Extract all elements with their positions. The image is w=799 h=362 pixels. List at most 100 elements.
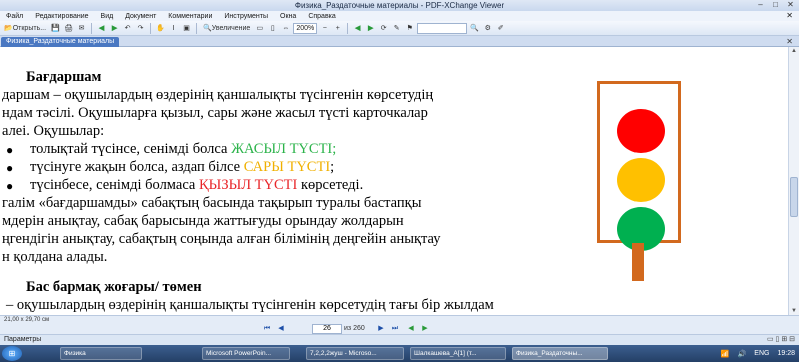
prev-view-icon[interactable]: ◀ xyxy=(352,23,363,34)
open-button[interactable]: 📂Открыть... xyxy=(2,23,48,34)
tab-close-icon[interactable]: ✕ xyxy=(786,36,793,47)
language-indicator[interactable]: ENG xyxy=(754,350,769,357)
bullet-text: түсінуге жақын болса, аздап білсе xyxy=(30,159,244,175)
print-icon[interactable]: 🖨 xyxy=(63,23,74,34)
taskbar-item-pdf[interactable]: Физика_Раздаточны... xyxy=(512,347,608,360)
open-label: Открыть... xyxy=(12,24,47,32)
vertical-scrollbar[interactable]: ▲ ▼ xyxy=(788,47,799,315)
zoom-plus-icon[interactable]: + xyxy=(332,23,343,34)
snapshot-icon[interactable]: ▣ xyxy=(181,23,192,34)
first-page-icon[interactable]: ⏮ xyxy=(262,324,272,334)
taskbar-item-powerpoint[interactable]: Microsoft PowerPoin... xyxy=(202,347,290,360)
stamp-icon[interactable]: ⚑ xyxy=(404,23,415,34)
next-view-nav-icon[interactable]: ▶ xyxy=(420,324,430,334)
zoom-combo[interactable]: 200% xyxy=(293,22,318,34)
search-icon[interactable]: 🔍 xyxy=(469,23,480,34)
markup-icon[interactable]: ✐ xyxy=(495,23,506,34)
bullet-dot-icon: ● xyxy=(6,179,14,193)
fit-page-icon[interactable]: ▯ xyxy=(267,23,278,34)
prev-page-icon[interactable]: ◀ xyxy=(276,324,286,334)
scroll-down-icon[interactable]: ▼ xyxy=(789,307,799,315)
bullet-text: толықтай түсінсе, сенімді болса xyxy=(30,141,232,157)
page-count-label: из 260 xyxy=(344,325,365,332)
taskbar-item-physics[interactable]: Физика xyxy=(60,347,142,360)
bullet-item-yellow: түсінуге жақын болса, аздап білсе САРЫ Т… xyxy=(30,159,334,175)
window-controls: – □ ✕ xyxy=(754,0,797,10)
red-light-icon xyxy=(617,109,665,153)
undo-icon[interactable]: ↶ xyxy=(122,23,133,34)
bullet-text: түсінбесе, сенімді болмаса xyxy=(30,177,199,193)
taskbar-item-word-doc[interactable]: 7,2,2,2жуш - Microso... xyxy=(306,347,404,360)
green-label: ЖАСЫЛ ТҮСТІ; xyxy=(231,141,337,157)
volume-icon[interactable]: 🔊 xyxy=(738,350,747,358)
document-view[interactable]: Бағдаршам даршам – оқушылардың өздерінің… xyxy=(0,47,788,315)
menu-edit[interactable]: Редактирование xyxy=(35,13,88,20)
toolbar-separator xyxy=(91,22,93,34)
toolbar-separator xyxy=(196,22,198,34)
forward-icon[interactable]: ▶ xyxy=(109,23,120,34)
select-tool-icon[interactable]: I xyxy=(168,23,179,34)
menu-tools[interactable]: Инструменты xyxy=(224,13,268,20)
hand-tool-icon[interactable]: ✋ xyxy=(155,23,166,34)
bullet-text-after: көрсетеді. xyxy=(297,177,364,193)
prev-view-nav-icon[interactable]: ◀ xyxy=(406,324,416,334)
paragraph-line: галім «бағдаршамды» сабақтың басында тақ… xyxy=(2,195,422,211)
back-icon[interactable]: ◀ xyxy=(96,23,107,34)
paragraph-line: даршам – оқушылардың өздерінің қаншалықт… xyxy=(2,87,434,103)
close-button[interactable]: ✕ xyxy=(784,0,797,10)
search-input[interactable] xyxy=(417,22,468,34)
clock[interactable]: 19:28 xyxy=(777,350,795,357)
layout-icons[interactable]: ▭ ▯ ⊞ ⊟ xyxy=(767,335,795,345)
page-number-input[interactable]: 26 xyxy=(312,324,342,334)
paragraph-line: ңгендігін анықтау, сабақтың соңында алға… xyxy=(2,231,441,247)
bullet-item-green: толықтай түсінсе, сенімді болса ЖАСЫЛ ТҮ… xyxy=(30,141,336,157)
start-button[interactable]: ⊞ xyxy=(2,346,22,361)
system-tray: 📶 🔊 ENG 19:28 xyxy=(721,345,795,362)
maximize-button[interactable]: □ xyxy=(769,0,782,10)
yellow-label: САРЫ ТҮСТІ xyxy=(243,159,331,175)
taskbar-item-shalkasheva[interactable]: Шалкашева_А[1] (т... xyxy=(410,347,506,360)
fit-width-icon[interactable]: ⇔ xyxy=(280,23,291,34)
zoom-out-icon[interactable]: − xyxy=(319,23,330,34)
taskbar: ⊞ Физика Microsoft PowerPoin... 7,2,2,2ж… xyxy=(0,345,799,362)
menu-help[interactable]: Справка xyxy=(308,13,335,20)
heading-bagdarsham: Бағдаршам xyxy=(26,69,102,85)
menu-comments[interactable]: Комментарии xyxy=(168,13,212,20)
paragraph-line: – оқушылардың өздерінің қаншалықты түсін… xyxy=(6,297,494,313)
redo-icon[interactable]: ↷ xyxy=(135,23,146,34)
menu-windows[interactable]: Окна xyxy=(280,13,296,20)
next-page-icon[interactable]: ▶ xyxy=(376,324,386,334)
title-bar: Физика_Раздаточные материалы - PDF-XChan… xyxy=(0,0,799,11)
traffic-light-pole xyxy=(632,243,644,281)
bullet-text-after: ; xyxy=(330,159,335,175)
last-page-icon[interactable]: ⏭ xyxy=(390,324,400,334)
email-icon[interactable]: ✉ xyxy=(76,23,87,34)
next-view-icon[interactable]: ▶ xyxy=(365,23,376,34)
scroll-up-icon[interactable]: ▲ xyxy=(789,47,799,55)
bullet-dot-icon: ● xyxy=(6,143,14,157)
scroll-thumb[interactable] xyxy=(790,177,798,217)
traffic-light-frame xyxy=(597,81,681,251)
network-icon[interactable]: 📶 xyxy=(721,350,730,358)
bullet-dot-icon: ● xyxy=(6,161,14,175)
settings-icon[interactable]: ⚙ xyxy=(482,23,493,34)
red-label: ҚЫЗЫЛ ТҮСТІ xyxy=(199,177,298,193)
save-icon[interactable]: 💾 xyxy=(50,23,61,34)
zoom-icon: 🔍 xyxy=(203,24,212,32)
minimize-button[interactable]: – xyxy=(754,0,767,10)
menu-view[interactable]: Вид xyxy=(101,13,114,20)
toolbar: 📂Открыть... 💾 🖨 ✉ ◀ ▶ ↶ ↷ ✋ I ▣ 🔍Увеличе… xyxy=(0,21,799,36)
paragraph-line: алеi. Оқушылар: xyxy=(2,123,105,139)
document-tabs: Физика_Раздаточные материалы ✕ xyxy=(0,36,799,47)
tab-document[interactable]: Физика_Раздаточные материалы xyxy=(1,37,120,47)
toolbar-separator xyxy=(150,22,152,34)
menu-document[interactable]: Документ xyxy=(125,13,156,20)
actual-size-icon[interactable]: ▭ xyxy=(254,23,265,34)
menu-file[interactable]: Файл xyxy=(6,13,23,20)
menu-close-icon[interactable]: ✕ xyxy=(786,11,793,20)
zoom-in-button[interactable]: 🔍Увеличение xyxy=(201,23,252,34)
rotate-icon[interactable]: ⟳ xyxy=(378,23,389,34)
comment-icon[interactable]: ✎ xyxy=(391,23,402,34)
paragraph-line: н қолдана алады. xyxy=(2,249,108,265)
parameters-button[interactable]: Параметры xyxy=(4,335,41,345)
